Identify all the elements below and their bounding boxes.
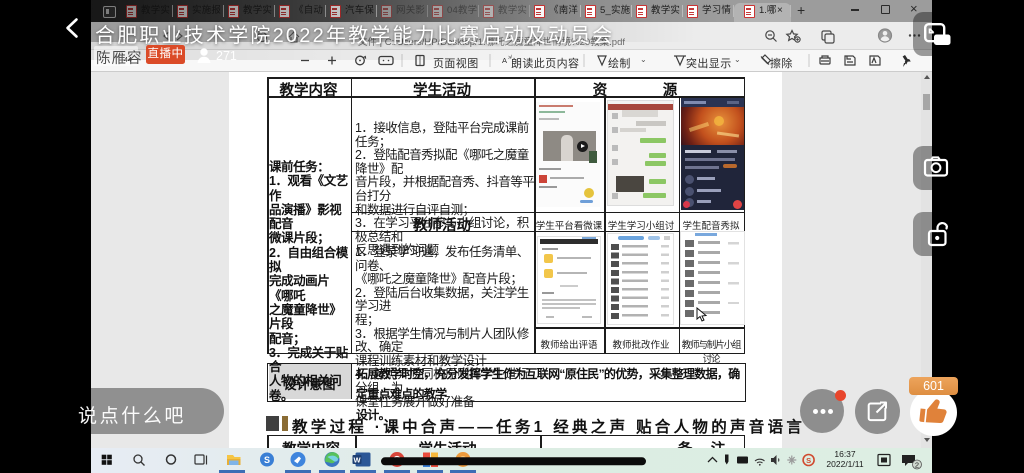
- svg-text:W: W: [353, 456, 361, 465]
- svg-text:2: 2: [915, 460, 919, 469]
- svg-text:S: S: [264, 455, 270, 465]
- svg-text:S: S: [806, 456, 811, 465]
